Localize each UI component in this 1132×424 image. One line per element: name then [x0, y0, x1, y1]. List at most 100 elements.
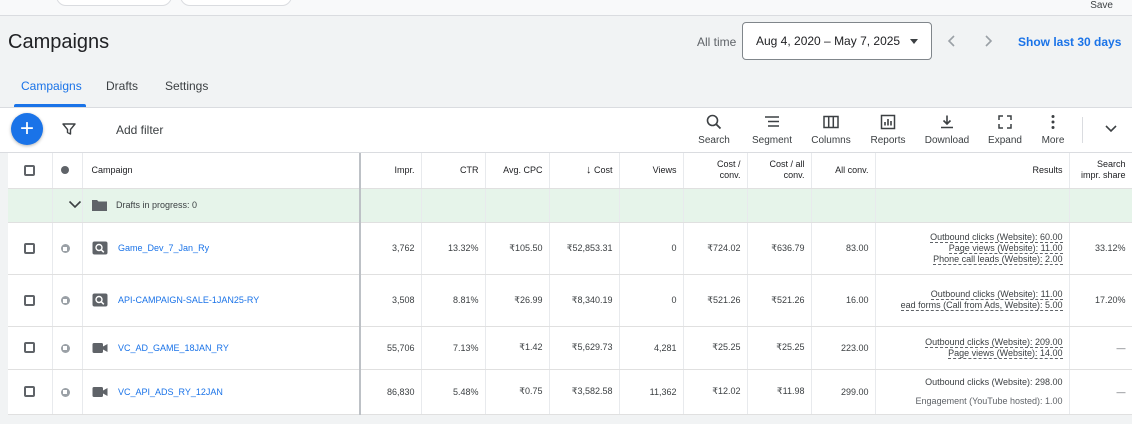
reports-icon	[880, 114, 896, 130]
all-conv-cell: 223.00	[811, 326, 876, 370]
columns-icon	[823, 115, 839, 129]
select-all-cell[interactable]	[8, 153, 53, 189]
row-select-cell[interactable]	[8, 274, 53, 327]
cost-all-conv-cell: ₹636.79	[747, 222, 812, 275]
table-toolbar: + Add filter Search Segment Columns Repo…	[0, 108, 1132, 153]
result-item[interactable]: Page views (Website): 11.00	[948, 242, 1063, 254]
result-item[interactable]: Outbound clicks (Website): 298.00	[925, 377, 1062, 387]
header-all-conv[interactable]: All conv.	[811, 153, 876, 189]
campaign-name-link[interactable]: VC_AD_GAME_18JAN_RY	[118, 343, 229, 353]
tab-settings[interactable]: Settings	[165, 79, 208, 93]
save-link[interactable]: Save	[1090, 0, 1113, 11]
tab-campaigns[interactable]: Campaigns	[21, 79, 82, 93]
download-icon	[941, 115, 953, 129]
reports-tool-label: Reports	[870, 135, 906, 146]
date-range-label: All time	[697, 35, 737, 49]
header-search-share[interactable]: Search impr. share	[1069, 153, 1132, 189]
paused-status-icon[interactable]	[60, 244, 70, 254]
ctr-cell: 8.81%	[421, 274, 486, 327]
expand-icon	[998, 115, 1012, 129]
header-cost-all-conv-line2: conv.	[783, 170, 805, 181]
filter-icon[interactable]	[61, 121, 77, 137]
show-last-30-days-button[interactable]: Show last 30 days	[1018, 35, 1121, 49]
row-status-cell[interactable]	[52, 369, 83, 415]
tab-drafts[interactable]: Drafts	[106, 79, 138, 93]
row-checkbox[interactable]	[24, 342, 35, 354]
drafts-empty	[1069, 188, 1132, 223]
cost-all-conv-cell: ₹25.25	[747, 326, 812, 370]
more-tool-button[interactable]: More	[1023, 113, 1083, 146]
table-row[interactable]: VC_API_ADS_RY_12JAN 86,830 5.48% ₹0.75 ₹…	[8, 369, 1132, 415]
row-select-cell[interactable]	[8, 222, 53, 275]
row-checkbox[interactable]	[24, 242, 35, 254]
header-cost[interactable]: ↓ Cost	[549, 153, 620, 189]
header-cost-conv[interactable]: Cost / conv.	[683, 153, 748, 189]
header-cost-all-conv[interactable]: Cost / all conv.	[747, 153, 812, 189]
campaign-name-link[interactable]: VC_API_ADS_RY_12JAN	[118, 387, 223, 397]
header-impr[interactable]: Impr.	[360, 153, 422, 189]
expand-tool-label: Expand	[988, 135, 1022, 146]
row-status-cell[interactable]	[52, 222, 83, 275]
columns-tool-button[interactable]: Columns	[801, 113, 861, 146]
campaign-name-link[interactable]: API-CAMPAIGN-SALE-1JAN25-RY	[118, 295, 259, 305]
search-icon	[706, 114, 722, 130]
row-checkbox[interactable]	[24, 294, 35, 306]
table-row[interactable]: Game_Dev_7_Jan_Ry 3,762 13.32% ₹105.50 ₹…	[8, 222, 1132, 275]
ctr-cell: 13.32%	[421, 222, 486, 275]
results-cell[interactable]: Outbound clicks (Website): 209.00 Page v…	[875, 326, 1070, 370]
result-item[interactable]: Phone call leads (Website): 2.00	[933, 253, 1063, 265]
select-all-checkbox[interactable]	[24, 164, 35, 176]
chevron-right-icon[interactable]	[982, 34, 994, 48]
top-pill-right[interactable]	[180, 0, 292, 6]
paused-status-icon[interactable]	[60, 296, 70, 306]
search-tool-button[interactable]: Search	[684, 113, 744, 146]
paused-status-icon[interactable]	[60, 387, 70, 397]
row-select-cell[interactable]	[8, 326, 53, 370]
add-filter-button[interactable]: Add filter	[116, 123, 163, 137]
result-item[interactable]: Engagement (YouTube hosted): 1.00	[916, 396, 1063, 406]
row-status-cell[interactable]	[52, 326, 83, 370]
cost-cell: ₹3,582.58	[549, 369, 620, 415]
reports-tool-button[interactable]: Reports	[858, 113, 918, 146]
drafts-expand-cell[interactable]	[52, 188, 83, 223]
campaign-cell: VC_API_ADS_RY_12JAN	[82, 369, 361, 415]
header-avg-cpc[interactable]: Avg. CPC	[485, 153, 550, 189]
table-header-row: Campaign Impr. CTR Avg. CPC ↓ Cost Views…	[8, 153, 1132, 189]
result-item[interactable]: ead forms (Call from Ads, Website): 5.00	[900, 300, 1063, 311]
header-results[interactable]: Results	[875, 153, 1070, 189]
search-campaign-icon	[92, 293, 107, 307]
drafts-row[interactable]: Drafts in progress: 0	[8, 188, 1132, 223]
header-search-share-line2: impr. share	[1080, 170, 1126, 181]
row-checkbox[interactable]	[24, 386, 35, 398]
table-row[interactable]: API-CAMPAIGN-SALE-1JAN25-RY 3,508 8.81% …	[8, 274, 1132, 327]
result-item[interactable]: Page views (Website): 14.00	[948, 347, 1063, 359]
chevron-down-icon[interactable]	[1104, 124, 1118, 134]
download-tool-button[interactable]: Download	[917, 113, 977, 146]
header-views[interactable]: Views	[619, 153, 684, 189]
search-share-cell: 17.20%	[1069, 274, 1132, 327]
row-select-cell[interactable]	[8, 369, 53, 415]
impr-cell: 86,830	[360, 369, 422, 415]
date-range-picker[interactable]: Aug 4, 2020 – May 7, 2025	[742, 22, 932, 60]
add-campaign-button[interactable]: +	[11, 113, 43, 145]
segment-tool-button[interactable]: Segment	[742, 113, 802, 146]
header-campaign[interactable]: Campaign	[82, 153, 361, 189]
campaign-name-link[interactable]: Game_Dev_7_Jan_Ry	[118, 243, 209, 253]
result-item[interactable]: Outbound clicks (Website): 11.00	[930, 289, 1063, 300]
paused-status-icon[interactable]	[60, 343, 70, 353]
row-status-cell[interactable]	[52, 274, 83, 327]
chevron-down-icon[interactable]	[68, 200, 82, 209]
table-row[interactable]: VC_AD_GAME_18JAN_RY 55,706 7.13% ₹1.42 ₹…	[8, 326, 1132, 370]
results-cell[interactable]: Outbound clicks (Website): 60.00 Page vi…	[875, 222, 1070, 275]
result-item[interactable]: Outbound clicks (Website): 209.00	[925, 336, 1063, 348]
results-cell[interactable]: Outbound clicks (Website): 11.00 ead for…	[875, 274, 1070, 327]
status-dot-icon	[60, 166, 69, 175]
chevron-left-icon[interactable]	[946, 34, 958, 48]
header-ctr[interactable]: CTR	[421, 153, 486, 189]
video-campaign-icon	[92, 386, 107, 397]
result-item[interactable]: Outbound clicks (Website): 60.00	[930, 231, 1063, 243]
top-pill-left[interactable]	[56, 0, 172, 6]
all-conv-cell: 299.00	[811, 369, 876, 415]
impr-cell: 55,706	[360, 326, 422, 370]
results-cell[interactable]: Outbound clicks (Website): 298.00 Engage…	[875, 369, 1070, 415]
